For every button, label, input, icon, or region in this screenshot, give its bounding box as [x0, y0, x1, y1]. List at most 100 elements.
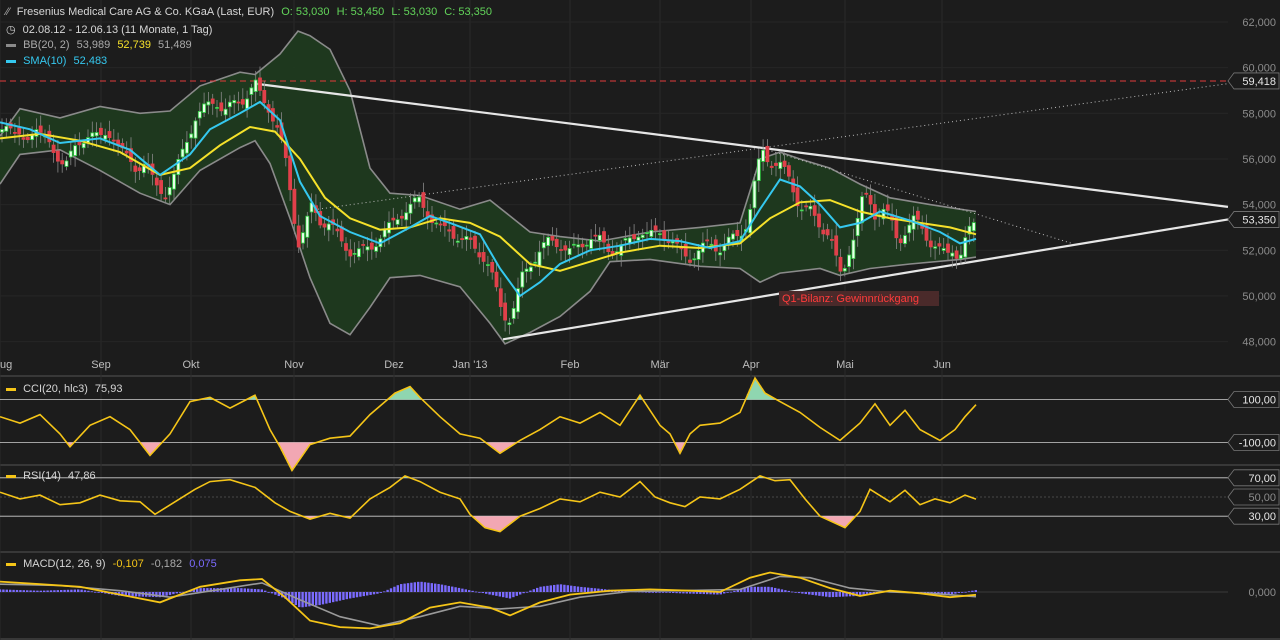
- macd-hist-value: 0,075: [189, 558, 217, 570]
- candle-body: [817, 213, 821, 228]
- macd-hist-bar: [393, 586, 396, 592]
- sma-legend[interactable]: SMA(10) 52,483: [6, 55, 111, 67]
- macd-hist-bar: [777, 588, 780, 592]
- macd-hist-bar: [440, 584, 444, 592]
- candle-body: [524, 268, 529, 272]
- rsi-swatch: [6, 474, 16, 478]
- cci-overbought-fill: [200, 379, 778, 400]
- candle-body: [464, 236, 469, 240]
- macd-hist-bar: [22, 590, 25, 592]
- macd-hist-bar: [175, 592, 178, 594]
- macd-hist-bar: [515, 592, 518, 596]
- candle-body: [705, 239, 710, 242]
- x-tick-label: Nov: [284, 359, 304, 371]
- bb-legend[interactable]: BB(20, 2) 53,989 52,739 51,489: [6, 39, 196, 51]
- candle-body: [184, 142, 189, 154]
- macd-hist-bar: [423, 582, 427, 592]
- candle-body: [692, 258, 697, 261]
- macd-hist-bar: [168, 592, 172, 595]
- macd-hist-bar: [780, 589, 784, 592]
- candle-body: [0, 129, 4, 133]
- macd-hist-bar: [542, 586, 546, 592]
- candle-body: [688, 259, 692, 263]
- candle-body: [215, 107, 219, 109]
- candle-body: [572, 243, 576, 246]
- candle-body: [348, 249, 353, 257]
- candle-body: [537, 251, 542, 268]
- macd-hist-bar: [692, 592, 695, 594]
- macd-legend[interactable]: MACD(12, 26, 9) -0,107 -0,182 0,075: [6, 558, 221, 570]
- candle-body: [90, 132, 95, 137]
- candle-body: [563, 245, 568, 251]
- candle-body: [412, 197, 417, 203]
- candle-body: [847, 254, 851, 267]
- macd-hist-bar: [784, 590, 787, 592]
- candle-body: [851, 239, 856, 259]
- rsi-value: 47,86: [68, 470, 96, 482]
- macd-hist-bar: [478, 592, 481, 593]
- candle-body: [649, 229, 654, 237]
- candle-body: [954, 250, 959, 259]
- last-price-tag: 53,350: [1227, 211, 1280, 228]
- candle-body: [60, 160, 65, 165]
- macd-hist-bar: [83, 590, 87, 592]
- sma-swatch: [6, 59, 16, 63]
- x-tick-label: Jun: [933, 359, 951, 371]
- candle-body: [774, 162, 778, 166]
- candle-body: [941, 248, 946, 251]
- candle-body: [507, 322, 512, 325]
- macd-hist-bar: [791, 591, 794, 593]
- macd-hist-bar: [763, 586, 767, 592]
- macd-hist-bar: [658, 592, 661, 593]
- macd-hist-bar: [53, 590, 56, 592]
- macd-hist-bar: [580, 586, 583, 592]
- macd-hist-bar: [311, 592, 314, 606]
- candle-body: [103, 135, 108, 140]
- macd-hist-bar: [257, 589, 260, 592]
- macd-hist-bar: [536, 587, 539, 592]
- macd-hist-bar: [376, 592, 379, 594]
- candle-body: [137, 167, 142, 172]
- macd-level-label: 0,000: [1248, 587, 1276, 599]
- macd-hist-bar: [794, 592, 797, 593]
- candle-body: [210, 98, 215, 104]
- macd-hist-bar: [39, 590, 42, 592]
- candle-body: [322, 223, 327, 228]
- macd-hist-bar: [590, 587, 593, 592]
- macd-hist-bar: [56, 590, 59, 592]
- macd-hist-bar: [29, 590, 32, 592]
- macd-hist-bar: [97, 592, 100, 593]
- x-tick-label: Apr: [742, 359, 759, 371]
- rsi-legend[interactable]: RSI(14) 47,86: [6, 470, 100, 482]
- candle-body: [559, 249, 563, 251]
- candle-body: [950, 252, 955, 257]
- macd-hist-bar: [396, 585, 399, 592]
- macd-hist-bar: [655, 592, 658, 593]
- candle-body: [124, 150, 129, 154]
- macd-hist-bar: [967, 591, 971, 593]
- candle-body: [864, 192, 869, 195]
- macd-hist-bar: [73, 589, 76, 592]
- macd-hist-bar: [260, 589, 263, 592]
- macd-hist-bar: [950, 592, 954, 595]
- ohlc-low: L: 53,030: [391, 6, 438, 18]
- macd-hist-bar: [825, 592, 828, 597]
- macd-hist-bar: [366, 592, 369, 596]
- macd-hist-bar: [695, 592, 699, 594]
- candle-body: [640, 234, 645, 239]
- candle-body: [821, 229, 826, 235]
- macd-hist-bar: [648, 591, 651, 593]
- candle-body: [735, 229, 740, 237]
- macd-hist-bar: [36, 590, 39, 592]
- macd-hist-bar: [651, 592, 654, 593]
- candle-body: [627, 237, 632, 244]
- macd-hist-bar: [770, 587, 773, 592]
- cci-legend[interactable]: CCI(20, hlc3) 75,93: [6, 383, 126, 395]
- candle-body: [438, 223, 443, 226]
- candle-body: [971, 222, 976, 232]
- macd-hist-bar: [0, 589, 2, 592]
- chart-canvas[interactable]: ug Sep Okt Nov Dez Jan '13 Feb Mär Apr Mai Jun 62,0…: [0, 0, 1280, 640]
- macd-hist-bar: [383, 591, 386, 593]
- range-legend: ◷ 02.08.12 - 12.06.13 (11 Monate, 1 Tag): [6, 23, 216, 36]
- candle-body: [12, 131, 17, 134]
